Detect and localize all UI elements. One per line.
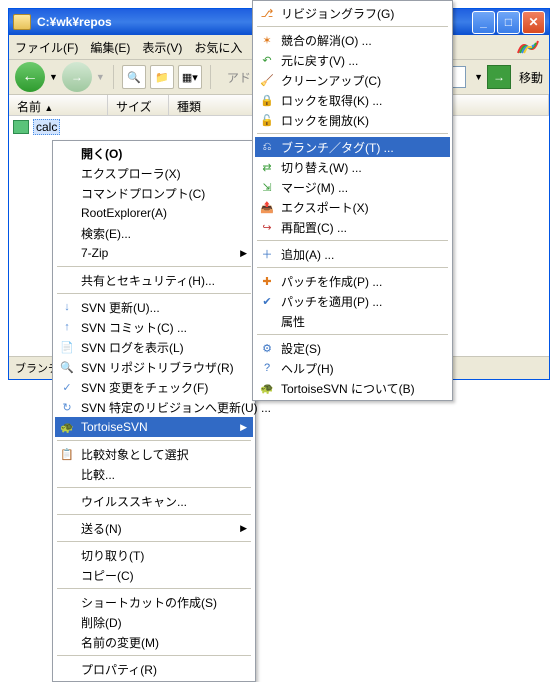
menu-file[interactable]: ファイル(F) <box>15 39 78 56</box>
svn-help[interactable]: ?ヘルプ(H) <box>255 358 450 378</box>
svn-relocate[interactable]: ↪再配置(C) ... <box>255 217 450 237</box>
create-patch-icon: ✚ <box>259 273 275 289</box>
svn-check-icon: ✓ <box>59 379 75 395</box>
svn-repo-icon: 🔍 <box>59 359 75 375</box>
menu-favorites[interactable]: お気に入 <box>194 39 242 56</box>
svn-add[interactable]: ＋追加(A) ... <box>255 244 450 264</box>
apply-patch-icon: ✔ <box>259 293 275 309</box>
ctx-open[interactable]: 開く(O) <box>55 143 253 163</box>
ctx-create-shortcut[interactable]: ショートカットの作成(S) <box>55 592 253 612</box>
address-dropdown[interactable]: ▼ <box>474 72 483 82</box>
cleanup-icon: 🧹 <box>259 72 275 88</box>
merge-icon: ⇲ <box>259 179 275 195</box>
ctx-properties[interactable]: プロパティ(R) <box>55 659 253 679</box>
forward-dropdown[interactable]: ▼ <box>96 72 105 82</box>
resolve-icon: ✶ <box>259 32 275 48</box>
tortoise-about-icon: 🐢 <box>259 380 275 396</box>
ctx-compare-select[interactable]: 📋比較対象として選択 <box>55 444 253 464</box>
views-toolbar-icon[interactable]: ▦▾ <box>178 65 202 89</box>
ctx-tortoisesvn[interactable]: 🐢TortoiseSVN▶ <box>55 417 253 437</box>
settings-icon: ⚙ <box>259 340 275 356</box>
svn-get-lock[interactable]: 🔒ロックを取得(K) ... <box>255 90 450 110</box>
ctx-svn-commit[interactable]: ↑SVN コミット(C) ... <box>55 317 253 337</box>
ctx-rootexplorer[interactable]: RootExplorer(A) <box>55 203 253 223</box>
ctx-svn-showlog[interactable]: 📄SVN ログを表示(L) <box>55 337 253 357</box>
switch-icon: ⇄ <box>259 159 275 175</box>
ctx-explorer[interactable]: エクスプローラ(X) <box>55 163 253 183</box>
header-name[interactable]: 名前 ▲ <box>9 95 108 115</box>
svn-apply-patch[interactable]: ✔パッチを適用(P) ... <box>255 291 450 311</box>
svn-about[interactable]: 🐢TortoiseSVN について(B) <box>255 378 450 398</box>
address-label: アド <box>227 69 251 86</box>
folder-svn-icon <box>13 120 29 134</box>
ctx-cmdprompt[interactable]: コマンドプロンプト(C) <box>55 183 253 203</box>
throbber-icon <box>513 37 543 57</box>
minimize-button[interactable]: _ <box>472 11 495 34</box>
svn-revision-graph[interactable]: ⎇リビジョングラフ(G) <box>255 3 450 23</box>
ctx-delete[interactable]: 削除(D) <box>55 612 253 632</box>
menu-edit[interactable]: 編集(E) <box>90 39 130 56</box>
svn-switch[interactable]: ⇄切り替え(W) ... <box>255 157 450 177</box>
branch-tag-icon: ⎌ <box>259 139 275 155</box>
go-button[interactable]: → <box>487 65 511 89</box>
ctx-svn-checkmod[interactable]: ✓SVN 変更をチェック(F) <box>55 377 253 397</box>
back-dropdown[interactable]: ▼ <box>49 72 58 82</box>
ctx-svn-updaterev[interactable]: ↻SVN 特定のリビジョンへ更新(U) ... <box>55 397 253 417</box>
folders-toolbar-icon[interactable]: 📁 <box>150 65 174 89</box>
svn-merge[interactable]: ⇲マージ(M) ... <box>255 177 450 197</box>
svn-branch-tag[interactable]: ⎌ブランチ／タグ(T) ... <box>255 137 450 157</box>
context-menu: 開く(O) エクスプローラ(X) コマンドプロンプト(C) RootExplor… <box>52 140 256 682</box>
export-icon: 📤 <box>259 199 275 215</box>
close-button[interactable]: ✕ <box>522 11 545 34</box>
menu-view[interactable]: 表示(V) <box>142 39 182 56</box>
maximize-button[interactable]: □ <box>497 11 520 34</box>
svn-create-patch[interactable]: ✚パッチを作成(P) ... <box>255 271 450 291</box>
svn-cleanup[interactable]: 🧹クリーンアップ(C) <box>255 70 450 90</box>
relocate-icon: ↪ <box>259 219 275 235</box>
ctx-send-to[interactable]: 送る(N)▶ <box>55 518 253 538</box>
ctx-virus-scan[interactable]: ウイルススキャン... <box>55 491 253 511</box>
svn-settings[interactable]: ⚙設定(S) <box>255 338 450 358</box>
svn-release-lock[interactable]: 🔓ロックを開放(K) <box>255 110 450 130</box>
svn-commit-icon: ↑ <box>59 319 75 335</box>
back-button[interactable]: ← <box>15 62 45 92</box>
svn-update-icon: ↓ <box>59 299 75 315</box>
revision-graph-icon: ⎇ <box>259 5 275 21</box>
revert-icon: ↶ <box>259 52 275 68</box>
ctx-7zip[interactable]: 7-Zip▶ <box>55 243 253 263</box>
svn-updaterev-icon: ↻ <box>59 399 75 415</box>
add-icon: ＋ <box>259 246 275 262</box>
header-type[interactable]: 種類 <box>169 95 256 115</box>
go-label: 移動 <box>519 69 543 86</box>
svn-export[interactable]: 📤エクスポート(X) <box>255 197 450 217</box>
ctx-svn-update[interactable]: ↓SVN 更新(U)... <box>55 297 253 317</box>
ctx-copy[interactable]: コピー(C) <box>55 565 253 585</box>
folder-icon <box>13 14 31 30</box>
ctx-share-security[interactable]: 共有とセキュリティ(H)... <box>55 270 253 290</box>
unlock-icon: 🔓 <box>259 112 275 128</box>
header-size[interactable]: サイズ <box>108 95 169 115</box>
ctx-cut[interactable]: 切り取り(T) <box>55 545 253 565</box>
svn-revert[interactable]: ↶元に戻す(V) ... <box>255 50 450 70</box>
ctx-compare[interactable]: 比較... <box>55 464 253 484</box>
ctx-search[interactable]: 検索(E)... <box>55 223 253 243</box>
tortoisesvn-submenu: ⎇リビジョングラフ(G) ✶競合の解消(O) ... ↶元に戻す(V) ... … <box>252 0 453 401</box>
tortoise-icon: 🐢 <box>59 419 75 435</box>
ctx-svn-repobrowser[interactable]: 🔍SVN リポジトリブラウザ(R) <box>55 357 253 377</box>
svn-resolve[interactable]: ✶競合の解消(O) ... <box>255 30 450 50</box>
compare-icon: 📋 <box>59 446 75 462</box>
ctx-rename[interactable]: 名前の変更(M) <box>55 632 253 652</box>
help-icon: ? <box>259 360 275 376</box>
svn-properties[interactable]: 属性 <box>255 311 450 331</box>
svn-log-icon: 📄 <box>59 339 75 355</box>
file-name[interactable]: calc <box>33 119 60 135</box>
lock-icon: 🔒 <box>259 92 275 108</box>
forward-button[interactable]: → <box>62 62 92 92</box>
search-toolbar-icon[interactable]: 🔍 <box>122 65 146 89</box>
